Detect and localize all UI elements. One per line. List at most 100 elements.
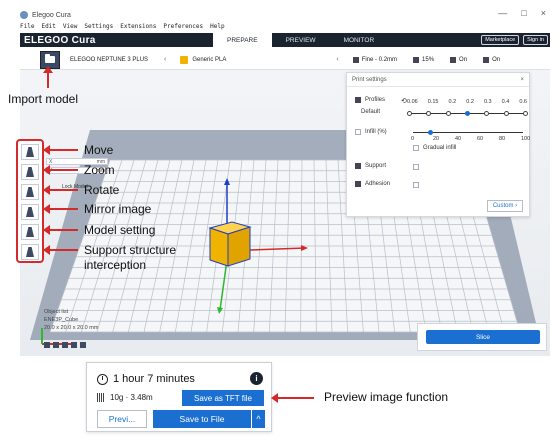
support-row: Support (355, 163, 386, 169)
marketplace-button[interactable]: Marketplace (481, 35, 520, 45)
tab-prepare[interactable]: PREPARE (213, 33, 272, 47)
layer-height-stop[interactable] (484, 111, 490, 116)
layer-height-stop[interactable] (503, 111, 509, 116)
save-to-file-button[interactable]: Save to File (153, 410, 251, 428)
view-right-icon[interactable] (80, 342, 86, 348)
filament-spool-icon (97, 393, 105, 402)
infill-row: Infill (%) (355, 129, 387, 135)
gradual-infill-checkbox[interactable] (413, 145, 419, 151)
mirror-tool-button[interactable] (21, 204, 39, 220)
close-icon[interactable]: × (520, 77, 524, 83)
menu-file[interactable]: File (20, 23, 34, 33)
infill-slider-handle[interactable] (427, 130, 433, 135)
menu-help[interactable]: Help (210, 23, 224, 33)
menu-preferences[interactable]: Preferences (163, 23, 203, 33)
window-title: Elegoo Cura (32, 11, 71, 19)
window-titlebar: Elegoo Cura — □ × (20, 8, 550, 22)
print-toolbar: ELEGOO NEPTUNE 3 PLUS ‹ Generic PLA ‹ Fi… (20, 50, 550, 70)
infill-tick-label: 0 (411, 136, 415, 142)
view-3d-icon[interactable] (44, 342, 50, 348)
layer-height-stop[interactable] (426, 111, 432, 116)
annotation-preview-fn: Preview image function (324, 390, 449, 404)
material-usage: 10g · 3.48m (97, 393, 153, 402)
annotation-zoom: Zoom (84, 163, 115, 177)
info-icon[interactable]: i (250, 372, 263, 385)
arrow-move (43, 145, 78, 155)
layer-height-labels: 0.06 0.15 0.2 0.2 0.3 0.4 0.6 (407, 99, 527, 105)
support-checkbox[interactable] (413, 164, 419, 170)
annotation-support-2: interception (84, 258, 147, 272)
menu-extensions[interactable]: Extensions (120, 23, 156, 33)
sign-in-button[interactable]: Sign in (523, 35, 548, 45)
infill-icon (355, 129, 361, 135)
move-tool-button[interactable] (21, 144, 39, 160)
layer-height-stop[interactable] (445, 111, 451, 116)
annotation-import-model: Import model (8, 92, 79, 106)
adhesion-icon (355, 181, 361, 187)
save-as-tft-button[interactable]: Save as TFT file (182, 390, 264, 406)
arrow-model-setting (43, 225, 78, 235)
gradual-infill-label: Gradual infill (423, 145, 457, 151)
support-summary: On (450, 56, 467, 63)
print-settings-summary[interactable]: Fine - 0.2mm 15% On On (352, 56, 500, 63)
annotation-model-setting: Model setting (84, 223, 156, 237)
object-actions (44, 342, 86, 348)
preview-button[interactable]: Previ... (97, 410, 147, 428)
per-model-settings-button[interactable] (21, 224, 39, 240)
elegoo-cura-logo: ELEGOO Cura (24, 34, 96, 46)
left-tool-column (16, 139, 44, 263)
machine-selector[interactable]: ELEGOO NEPTUNE 3 PLUS (70, 57, 160, 63)
chevron-left-icon[interactable]: ‹ (164, 56, 166, 63)
layer-height-stop[interactable] (407, 111, 412, 116)
layer-height-stop[interactable] (465, 111, 470, 116)
menu-edit[interactable]: Edit (41, 23, 55, 33)
print-settings-panel: Print settings × Profiles Default ⟲ 0.06… (346, 72, 530, 217)
layer-height-stop[interactable] (523, 111, 528, 116)
header-buttons: Marketplace Sign in (481, 35, 548, 45)
profiles-row: Profiles (355, 97, 385, 103)
cura-app-icon (20, 11, 28, 19)
reset-icon[interactable]: ⟲ (401, 97, 407, 105)
infill-tick-label: 80 (499, 136, 506, 142)
object-list-header[interactable]: Object list (44, 308, 98, 316)
adhesion-row: Adhesion (355, 181, 390, 187)
adhesion-checkbox[interactable] (413, 182, 419, 188)
app-header: ELEGOO Cura PREPARE PREVIEW MONITOR Mark… (20, 33, 550, 47)
annotation-support-1: Support structure (84, 243, 177, 257)
slice-button[interactable]: Slice (426, 330, 540, 344)
material-selector[interactable]: Generic PLA (192, 57, 332, 63)
window-controls: — □ × (498, 8, 546, 18)
arrow-rotate (43, 185, 78, 195)
tab-preview[interactable]: PREVIEW (272, 33, 330, 47)
rotate-tool-button[interactable] (21, 184, 39, 200)
view-top-icon[interactable] (62, 342, 68, 348)
cube-model-left (209, 227, 229, 267)
support-blocker-icon (26, 247, 34, 257)
save-options-chevron[interactable]: ^ (251, 410, 265, 428)
arrow-support (43, 245, 78, 255)
object-list: Object list ENE3P_Cube 20.0 x 20.0 x 20.… (44, 308, 98, 332)
annotation-move: Move (84, 143, 114, 157)
menu-settings[interactable]: Settings (84, 23, 113, 33)
adhesion-label: Adhesion (365, 181, 391, 187)
view-front-icon[interactable] (53, 342, 59, 348)
clock-icon (97, 373, 108, 385)
close-window-button[interactable]: × (541, 8, 546, 18)
arrow-zoom (43, 165, 78, 175)
infill-tick-label: 60 (477, 136, 484, 142)
arrow-import (43, 66, 53, 88)
chevron-left-icon[interactable]: ‹ (336, 56, 338, 63)
tab-monitor[interactable]: MONITOR (330, 33, 389, 47)
menu-view[interactable]: View (63, 23, 77, 33)
profile-summary: Fine - 0.2mm (352, 56, 397, 63)
support-blocker-button[interactable] (21, 244, 39, 260)
minimize-button[interactable]: — (498, 8, 507, 18)
move-icon (26, 147, 34, 157)
view-left-icon[interactable] (71, 342, 77, 348)
print-time: 1 hour 7 minutes (97, 373, 195, 385)
print-settings-title: Print settings (352, 76, 387, 83)
scale-tool-button[interactable] (21, 164, 39, 180)
support-icon (355, 163, 361, 169)
custom-settings-button[interactable]: Custom › (487, 200, 523, 212)
maximize-button[interactable]: □ (521, 8, 526, 18)
